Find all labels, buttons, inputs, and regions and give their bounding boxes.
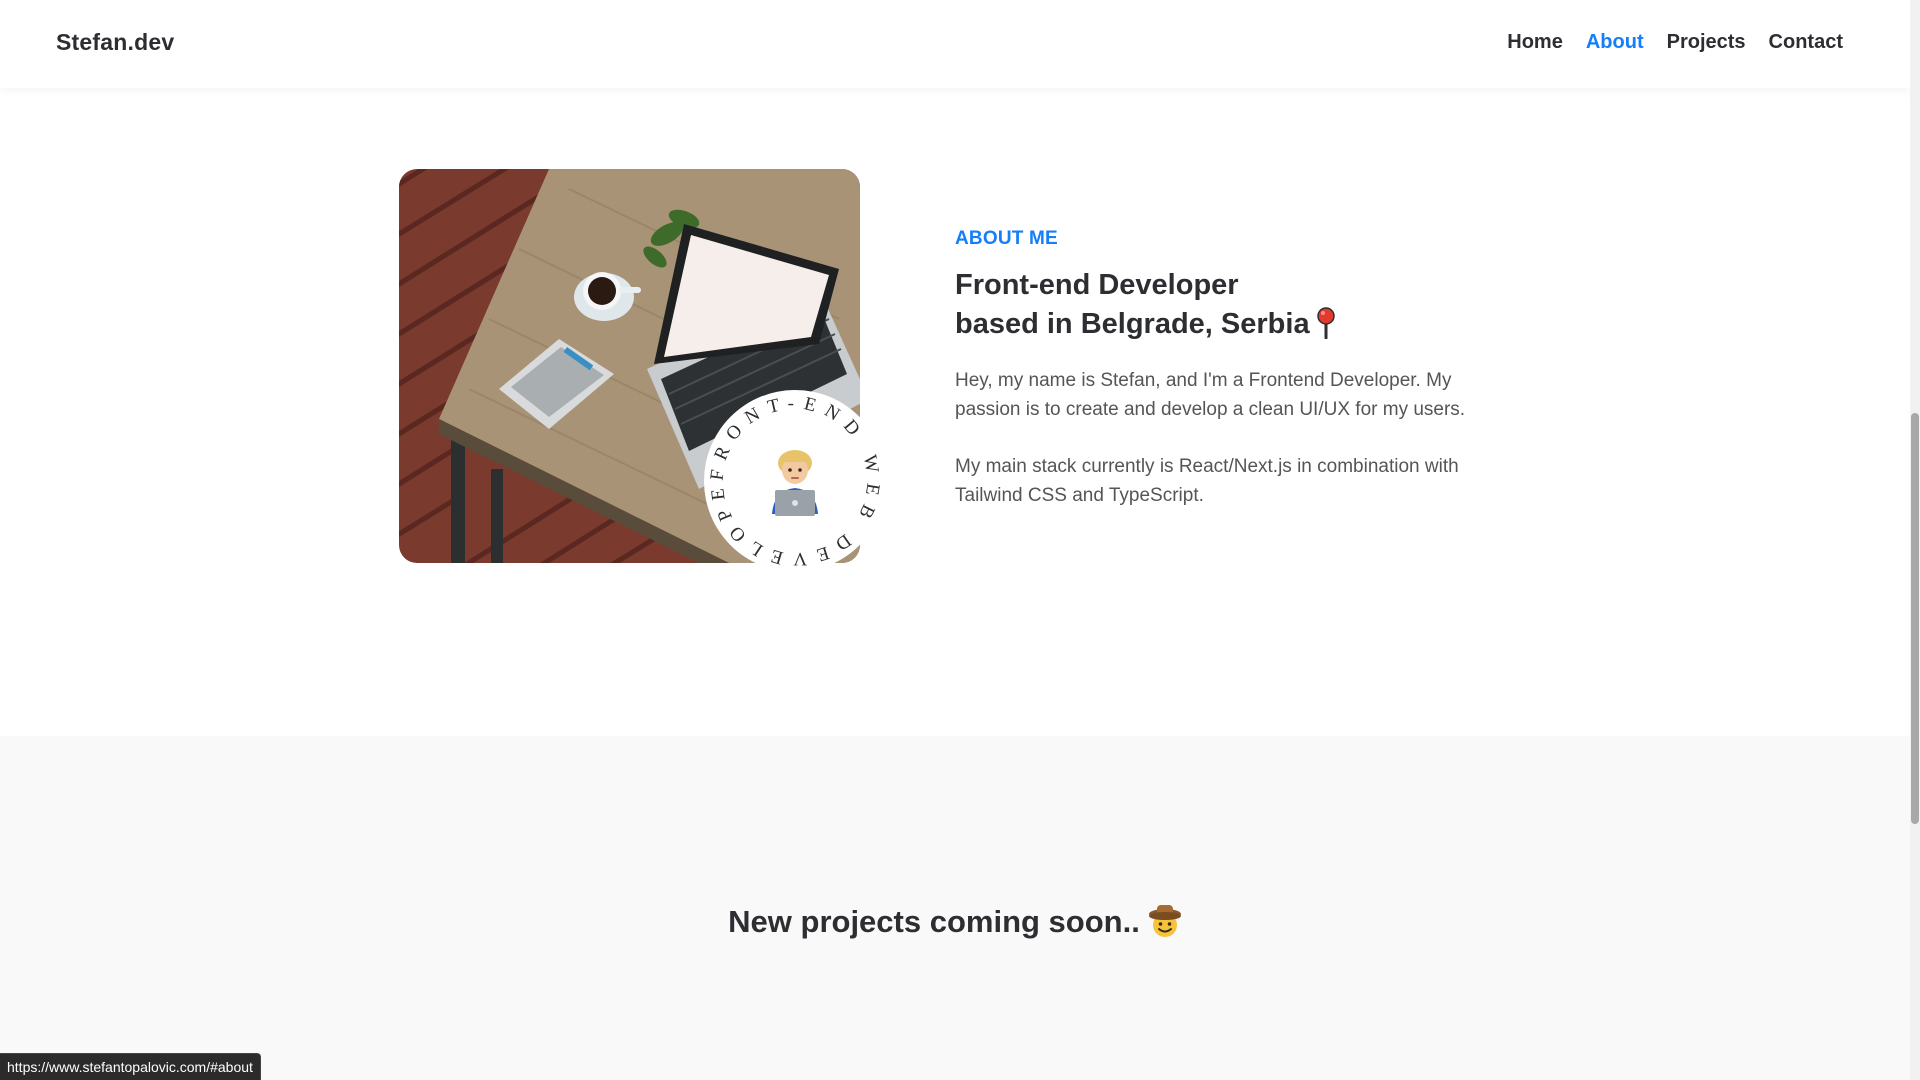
technologist-emoji-icon xyxy=(772,450,818,516)
about-tag: ABOUT ME xyxy=(955,228,1058,249)
about-title-line1: Front-end Developer xyxy=(955,269,1239,301)
link-status-bar: https://www.stefantopalovic.com/#about xyxy=(0,1053,261,1080)
developer-badge: FRONT-END WEB DEVELOPER xyxy=(704,390,886,572)
nav-projects[interactable]: Projects xyxy=(1667,31,1746,54)
about-title-line2: based in Belgrade, Serbia xyxy=(955,308,1310,340)
nav-home[interactable]: Home xyxy=(1507,31,1563,54)
site-logo[interactable]: Stefan.dev xyxy=(56,29,174,56)
about-title: Front-end Developer based in Belgrade, S… xyxy=(955,266,1515,344)
cowboy-face-icon xyxy=(1148,905,1181,937)
nav-contact[interactable]: Contact xyxy=(1769,31,1843,54)
main-nav: Home About Projects Contact xyxy=(1507,31,1843,54)
page-scrollbar[interactable] xyxy=(1910,0,1920,1080)
nav-about[interactable]: About xyxy=(1586,31,1644,54)
projects-title: New projects coming soon.. xyxy=(0,904,1910,940)
scrollbar-thumb[interactable] xyxy=(1911,413,1919,824)
round-pushpin-icon xyxy=(1316,307,1335,339)
projects-section: New projects coming soon.. xyxy=(0,736,1910,1080)
site-header: Stefan.dev Home About Projects Contact xyxy=(0,0,1910,88)
about-paragraph-2: My main stack currently is React/Next.js… xyxy=(955,456,1459,506)
about-content: ABOUT ME Front-end Developer based in Be… xyxy=(955,228,1515,510)
about-section: FRONT-END WEB DEVELOPER ABOUT ME Front-e… xyxy=(0,88,1910,736)
about-paragraph-1: Hey, my name is Stefan, and I'm a Fronte… xyxy=(955,370,1466,420)
projects-title-text: New projects coming soon.. xyxy=(728,904,1140,939)
